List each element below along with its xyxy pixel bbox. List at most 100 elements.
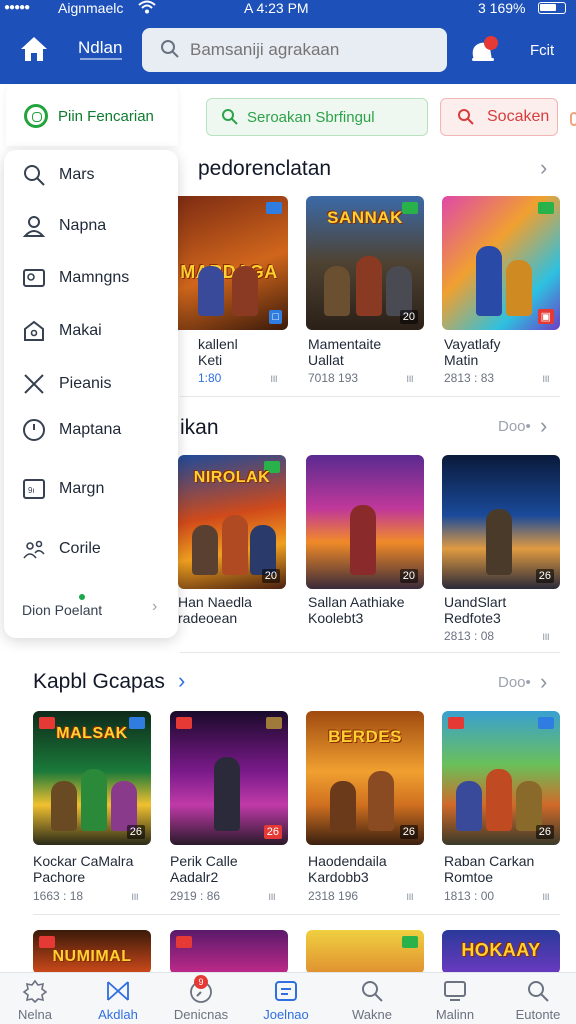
game-card[interactable]: ▣ [442,196,560,330]
tab-joelnao[interactable]: Joelnao [245,973,327,1024]
tab-nelna[interactable]: Nelna [0,973,76,1024]
game-card[interactable]: MALSAK 26 [33,711,151,845]
menu-item-label: Mars [59,166,95,183]
divider [180,652,560,653]
game-card[interactable]: 26 [442,455,560,589]
header-right-label[interactable]: Fcit [530,42,554,59]
game-card[interactable] [306,930,424,974]
tab-label: Eutonte [515,1007,561,1022]
game-card[interactable]: 26 [442,711,560,845]
character-art [250,525,276,575]
search-filter-label: Seroakan Sbrfingul [247,109,375,126]
game-title[interactable]: Sallan Aathiake Koolebt3 [308,594,405,626]
game-logo: SANNAK [327,208,403,227]
character-art [456,781,482,831]
game-tag: 26 [535,569,554,583]
platform-icon [402,936,418,948]
game-title[interactable]: Raban Carkan Romtoe [444,853,534,885]
menu-item-clock[interactable]: Maptana [4,410,178,450]
chevron-right-icon[interactable]: › [540,155,547,181]
menu-item-label: Pieanis [59,375,112,392]
see-more-link[interactable]: Doo• [498,418,531,435]
signal-bars-icon: ııı [270,371,278,385]
game-tag: 26 [263,825,282,839]
search-button[interactable]: Socaken [440,98,558,136]
battery-percent: 3 169% [478,0,526,16]
game-title[interactable]: Kockar CaMalra Pachore [33,853,133,885]
tab-wakne[interactable]: Wakne [331,973,413,1024]
menu-item-label: Makai [59,322,102,339]
search-bar[interactable] [142,28,447,72]
character-art [222,515,248,575]
panel-header-label: Piin Fencarian [58,108,154,125]
game-title[interactable]: Vayatlafy Matin [444,336,501,368]
character-art [192,525,218,575]
platform-icon [176,936,192,948]
see-more-link[interactable]: Doo• [498,674,531,691]
group-icon [22,537,46,561]
home-icon [22,319,46,343]
menu-item-user[interactable]: Napna [4,206,178,246]
clock-icon [22,418,46,442]
monitor-icon [442,979,468,1003]
game-card[interactable]: 20 [306,455,424,589]
game-title[interactable]: Han Naedla radeoean [178,594,252,626]
character-art [324,266,350,316]
tab-akdlah[interactable]: Akdlah [77,973,159,1024]
game-card[interactable]: 26 [170,711,288,845]
game-card[interactable]: SANNAK 20 [306,196,424,330]
notification-button[interactable] [468,36,500,68]
game-card[interactable]: BERDES 26 [306,711,424,845]
section-title: Kapbl Gcapas [33,670,165,693]
signal-bars-icon: ııı [268,889,276,903]
character-art [214,757,240,831]
chevron-right-icon[interactable]: › [540,669,547,695]
panel-footer-link[interactable]: Dion Poelant [22,602,102,618]
menu-item-calendar[interactable]: 9ı Margn [4,469,178,509]
tab-denicnas[interactable]: 9 Denicnas [160,973,242,1024]
platform-icon [538,202,554,214]
menu-item-group[interactable]: Corile [4,529,178,569]
character-art [486,509,512,575]
game-meta: 1663 : 18 [33,889,84,903]
game-title[interactable]: kallenl Keti [198,336,238,368]
game-logo: MARDAGA [180,262,278,282]
character-art [350,505,376,575]
game-card[interactable]: MARDAGA □ [170,196,288,330]
panel-header[interactable]: Piin Fencarian [6,84,178,146]
game-title[interactable]: Haodendaila Kardobb3 [308,853,387,885]
bowtie-icon [105,979,131,1003]
character-art [386,266,412,316]
chevron-right-icon[interactable]: › [178,668,185,694]
game-card[interactable]: NIROLAK 20 [178,455,286,589]
brand-label[interactable]: Ndlan [78,38,122,58]
game-title[interactable]: Mamentaite Uallat [308,336,381,368]
search-icon [160,39,180,64]
chevron-right-icon[interactable]: › [152,598,157,616]
game-card[interactable]: NUMIMAL [33,930,151,974]
menu-item-id-card[interactable]: Mamngns [4,258,178,298]
tab-malinn[interactable]: Malinn [414,973,496,1024]
game-logo: HOKAAY [461,940,541,960]
menu-item-home[interactable]: Makai [4,311,178,351]
search-filter-chip[interactable]: Seroakan Sbrfingul [206,98,428,136]
menu-item-battle[interactable]: Pieanis [4,364,178,404]
chevron-right-icon[interactable]: › [540,413,547,439]
signal-bars-icon: ııı [131,889,139,903]
menu-item-search[interactable]: Mars [4,155,178,195]
edge-handle[interactable] [570,112,576,126]
character-art [476,246,502,316]
game-tag: 20 [261,569,280,583]
game-title[interactable]: UandSlart Redfote3 [444,594,506,626]
game-card[interactable] [170,930,288,974]
game-card[interactable]: HOKAAY [442,930,560,974]
side-menu: Mars Napna Mamngns Makai Pieanis Maptana… [4,150,178,638]
search-input[interactable] [190,36,440,64]
platform-icon [266,202,282,214]
home-icon[interactable] [18,34,50,64]
platform-icon [266,717,282,729]
carrier-label: Aignmaelc [58,0,124,16]
game-title[interactable]: Perik Calle Aadalr2 [170,853,238,885]
tab-eutonte[interactable]: Eutonte [497,973,576,1024]
platform-icon [448,717,464,729]
